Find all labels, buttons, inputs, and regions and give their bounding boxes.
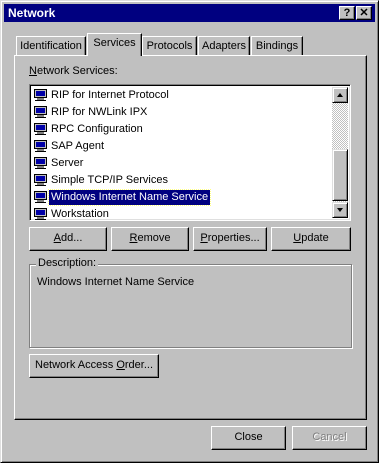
list-item-label: Workstation: [51, 208, 109, 220]
vertical-scrollbar[interactable]: [332, 87, 348, 218]
tab-services[interactable]: Services: [87, 33, 142, 56]
close-window-button[interactable]: ✕: [356, 6, 372, 20]
list-item-label: Windows Internet Name Service: [47, 189, 212, 206]
network-dialog: Network ? ✕ Identification Services Prot…: [0, 0, 379, 463]
arrow-down-icon: [337, 208, 343, 212]
window-title: Network: [8, 6, 56, 20]
list-item[interactable]: RPC Configuration: [32, 121, 334, 138]
arrow-up-icon: [337, 93, 343, 97]
network-access-order-button[interactable]: Network Access Order...: [29, 354, 159, 378]
list-item[interactable]: Windows Internet Name Service: [32, 189, 334, 206]
network-service-icon: [34, 157, 47, 169]
list-item[interactable]: Simple TCP/IP Services: [32, 172, 334, 189]
description-text: Windows Internet Name Service: [37, 276, 195, 288]
network-service-icon: [34, 140, 47, 152]
scroll-thumb[interactable]: [332, 149, 348, 201]
add-button[interactable]: Add...: [29, 227, 107, 251]
list-item-label: Server: [51, 157, 84, 169]
network-service-icon: [34, 89, 47, 101]
list-item-label: RIP for NWLink IPX: [51, 106, 148, 118]
network-service-icon: [34, 191, 47, 203]
list-item[interactable]: Workstation: [32, 206, 334, 220]
description-group: Description: Windows Internet Name Servi…: [29, 257, 352, 348]
list-item-label: RPC Configuration: [51, 123, 143, 135]
network-service-icon: [34, 106, 47, 118]
close-button[interactable]: Close: [211, 426, 286, 450]
list-item-label: SAP Agent: [51, 140, 105, 152]
title-bar[interactable]: Network ? ✕: [4, 4, 375, 22]
list-item[interactable]: SAP Agent: [32, 138, 334, 155]
network-service-icon: [34, 174, 47, 186]
remove-button[interactable]: Remove: [111, 227, 189, 251]
list-item[interactable]: RIP for NWLink IPX: [32, 104, 334, 121]
network-service-icon: [34, 208, 47, 220]
network-services-label: Network Services:: [29, 65, 118, 77]
network-service-icon: [34, 123, 47, 135]
scroll-up-button[interactable]: [332, 87, 348, 103]
scroll-down-button[interactable]: [332, 202, 348, 218]
tab-bindings[interactable]: Bindings: [251, 36, 303, 56]
properties-button[interactable]: Properties...: [193, 227, 267, 251]
tab-protocols[interactable]: Protocols: [142, 36, 197, 56]
tab-adapters[interactable]: Adapters: [198, 36, 250, 56]
description-label: Description:: [36, 257, 99, 269]
help-button[interactable]: ?: [339, 6, 355, 20]
cancel-button[interactable]: Cancel: [292, 426, 367, 450]
network-services-list[interactable]: RIP for Internet Protocol RIP for NWLink …: [29, 84, 351, 221]
tab-identification[interactable]: Identification: [16, 36, 86, 56]
list-item[interactable]: Server: [32, 155, 334, 172]
list-item-label: RIP for Internet Protocol: [51, 89, 169, 101]
list-item-label: Simple TCP/IP Services: [51, 174, 168, 186]
update-button[interactable]: Update: [271, 227, 351, 251]
list-item[interactable]: RIP for Internet Protocol: [32, 87, 334, 104]
